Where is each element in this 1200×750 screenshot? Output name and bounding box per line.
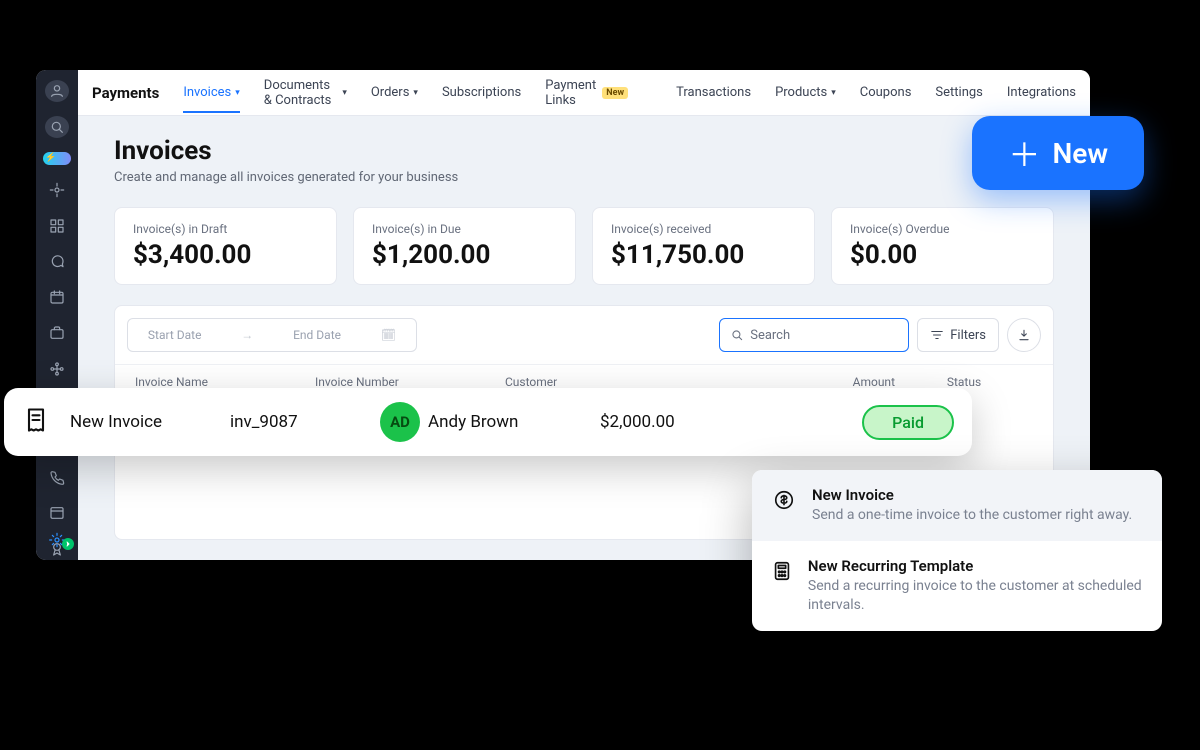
download-icon [1017,328,1031,342]
end-date-placeholder: End Date [293,328,341,342]
brand-label: Payments [92,84,159,102]
page-title: Invoices [114,136,1054,166]
calendar-icon: 🗓 [381,328,396,342]
status-badge-paid: Paid [862,405,954,440]
table-toolbar: Start Date → End Date 🗓 Search Filters [115,306,1053,364]
row-customer-name: Andy Brown [428,412,518,432]
nav-coupons[interactable]: Coupons [860,85,912,100]
invoice-doc-icon [22,406,50,439]
nodes-icon[interactable] [45,358,69,380]
stat-overdue: Invoice(s) Overdue $0.00 [831,207,1054,285]
stat-draft: Invoice(s) in Draft $3,400.00 [114,207,337,285]
chevron-down-icon: ▾ [235,88,240,98]
new-button[interactable]: ＋ New [972,116,1144,190]
menu-item-desc: Send a recurring invoice to the customer… [808,577,1144,615]
menu-item-title: New Recurring Template [808,557,1144,575]
nav-transactions[interactable]: Transactions [676,85,751,100]
search-input[interactable]: Search [719,318,909,352]
dollar-circle-icon [770,486,798,514]
browser-icon[interactable] [45,502,69,524]
menu-item-title: New Invoice [812,486,1132,504]
col-status: Status [895,375,1033,389]
stat-row: Invoice(s) in Draft $3,400.00 Invoice(s)… [114,207,1054,285]
calendar-icon[interactable] [45,286,69,308]
nav-orders[interactable]: Orders ▾ [371,85,418,100]
quick-toggle[interactable] [43,152,71,165]
download-button[interactable] [1007,318,1041,352]
menu-new-recurring[interactable]: New Recurring Template Send a recurring … [752,541,1162,631]
col-customer: Customer [505,375,715,389]
new-menu: New Invoice Send a one-time invoice to t… [752,470,1162,631]
chat-icon[interactable] [45,251,69,273]
phone-icon[interactable] [45,466,69,488]
page-header: Invoices Create and manage all invoices … [114,136,1054,185]
left-rail [36,70,78,560]
menu-new-invoice[interactable]: New Invoice Send a one-time invoice to t… [752,470,1162,541]
nav-payment-links[interactable]: Payment Links New [545,78,628,108]
col-invoice-name: Invoice Name [135,375,315,389]
page-subtitle: Create and manage all invoices generated… [114,170,1054,185]
col-amount: Amount [715,375,895,389]
plus-icon: ＋ [1008,130,1040,176]
row-invoice-number: inv_9087 [230,412,380,432]
rocket-icon[interactable] [45,179,69,201]
invoice-row-highlight[interactable]: New Invoice inv_9087 AD Andy Brown $2,00… [4,388,972,456]
row-amount: $2,000.00 [600,412,770,432]
nav-integrations[interactable]: Integrations [1007,85,1076,100]
filters-button[interactable]: Filters [917,318,999,352]
calculator-icon [770,557,794,585]
chevron-down-icon: ▾ [413,88,418,98]
nav-subscriptions[interactable]: Subscriptions [442,85,521,100]
date-range-picker[interactable]: Start Date → End Date 🗓 [127,318,417,352]
briefcase-icon[interactable] [45,322,69,344]
nav-products[interactable]: Products ▾ [775,85,836,100]
top-nav: Payments Invoices ▾ Documents & Contract… [78,70,1090,116]
customer-avatar: AD [380,402,420,442]
settings-badge-icon [62,538,74,550]
chevron-down-icon: ▾ [831,88,836,98]
col-invoice-number: Invoice Number [315,375,505,389]
start-date-placeholder: Start Date [148,328,202,342]
filter-icon [930,328,944,342]
new-badge: New [602,87,628,99]
nav-documents[interactable]: Documents & Contracts ▾ [264,78,347,108]
stat-due: Invoice(s) in Due $1,200.00 [353,207,576,285]
arrow-right-icon: → [241,328,253,342]
grid-icon[interactable] [45,215,69,237]
menu-item-desc: Send a one-time invoice to the customer … [812,506,1132,525]
nav-invoices[interactable]: Invoices ▾ [183,85,239,113]
search-icon[interactable] [45,116,69,138]
search-icon [730,328,744,342]
chevron-down-icon: ▾ [342,88,347,98]
stat-received: Invoice(s) received $11,750.00 [592,207,815,285]
new-button-label: New [1052,137,1108,170]
row-invoice-name: New Invoice [70,412,230,432]
nav-settings[interactable]: Settings [935,85,982,100]
user-avatar-icon[interactable] [45,80,69,102]
